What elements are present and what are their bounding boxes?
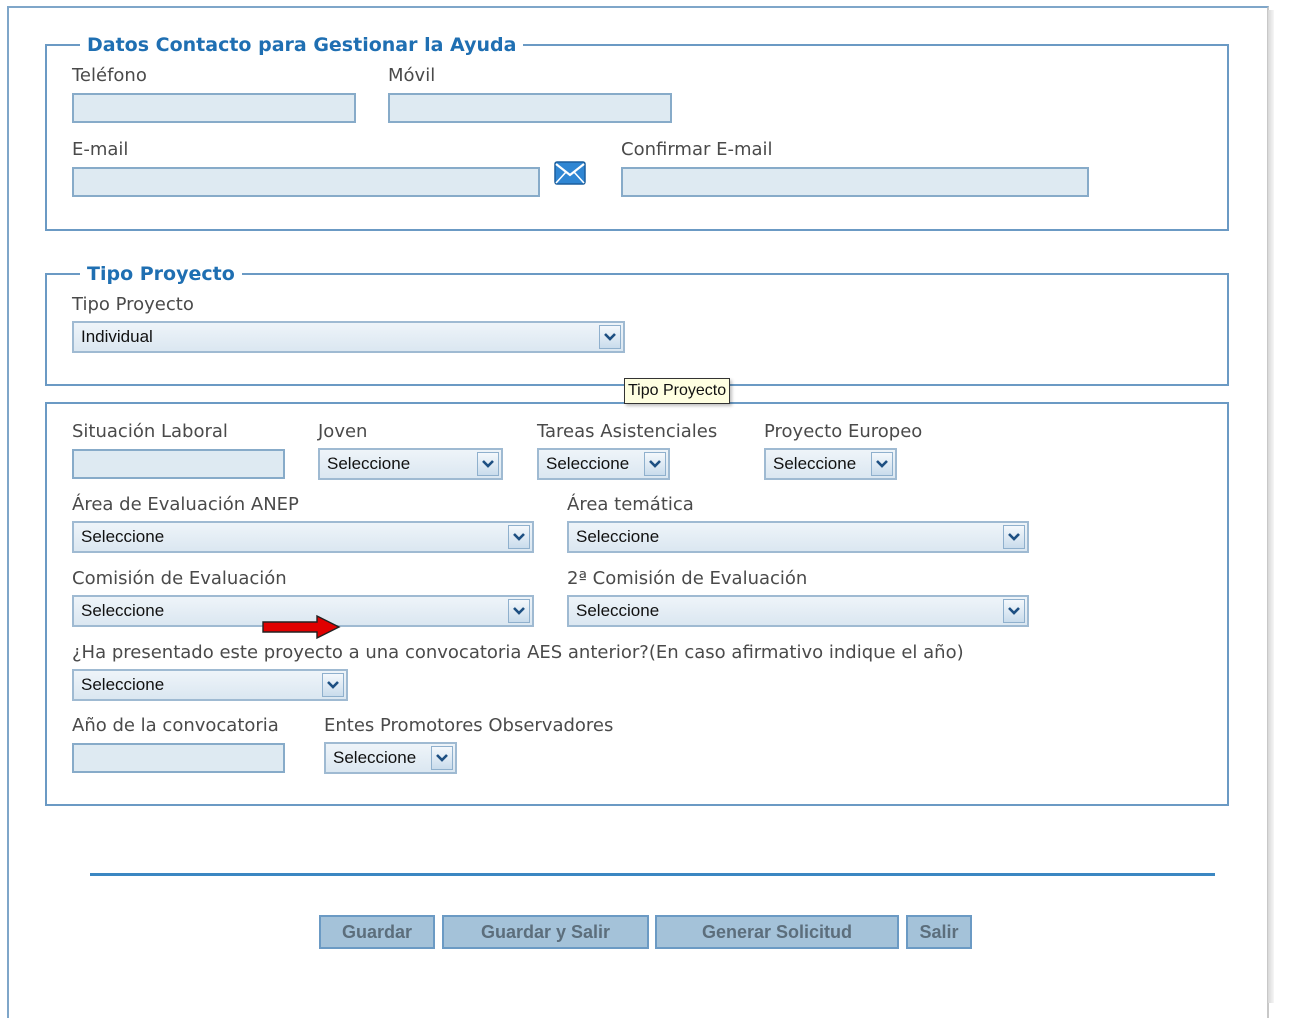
tipo-proyecto-tooltip: Tipo Proyecto [624, 378, 731, 404]
tipo-proyecto-label: Tipo Proyecto [72, 294, 194, 315]
chevron-down-icon[interactable] [644, 452, 666, 476]
movil-label: Móvil [388, 65, 436, 86]
chevron-down-icon[interactable] [1003, 525, 1025, 549]
chevron-down-icon[interactable] [431, 746, 453, 770]
chevron-down-icon[interactable] [322, 673, 344, 697]
red-arrow-icon [261, 614, 341, 640]
envelope-icon[interactable] [554, 161, 586, 185]
joven-select[interactable]: Seleccione [318, 448, 503, 480]
tareas-asistenciales-select[interactable]: Seleccione [537, 448, 670, 480]
anio-convocatoria-label: Año de la convocatoria [72, 715, 279, 736]
contact-legend: Datos Contacto para Gestionar la Ayuda [87, 34, 517, 56]
area-tematica-label: Área temática [567, 494, 694, 515]
telefono-input[interactable] [72, 93, 356, 123]
chevron-down-icon[interactable] [477, 452, 499, 476]
area-anep-label: Área de Evaluación ANEP [72, 494, 299, 515]
aes-anterior-select[interactable]: Seleccione [72, 669, 348, 701]
email-input[interactable] [72, 167, 540, 197]
entes-promotores-value: Seleccione [333, 748, 417, 767]
divider [90, 873, 1215, 876]
comision-evaluacion-value: Seleccione [81, 601, 165, 620]
aes-anterior-value: Seleccione [81, 675, 165, 694]
chevron-down-icon[interactable] [599, 325, 621, 349]
situacion-laboral-label: Situación Laboral [72, 421, 228, 442]
joven-label: Joven [318, 421, 368, 442]
tipo-proyecto-select[interactable]: Individual [72, 321, 625, 353]
movil-input[interactable] [388, 93, 672, 123]
comision-evaluacion-label: Comisión de Evaluación [72, 568, 287, 589]
area-tematica-value: Seleccione [576, 527, 660, 546]
contact-fieldset: Datos Contacto para Gestionar la Ayuda [45, 34, 1229, 231]
telefono-label: Teléfono [72, 65, 147, 86]
tipo-proyecto-legend: Tipo Proyecto [87, 263, 235, 285]
proyecto-europeo-select[interactable]: Seleccione [764, 448, 897, 480]
tipo-proyecto-value: Individual [81, 327, 153, 346]
proyecto-europeo-value: Seleccione [773, 454, 857, 473]
area-tematica-select[interactable]: Seleccione [567, 521, 1029, 553]
confirmar-email-input[interactable] [621, 167, 1089, 197]
anio-convocatoria-input[interactable] [72, 743, 285, 773]
tareas-asistenciales-label: Tareas Asistenciales [537, 421, 718, 442]
entes-promotores-select[interactable]: Seleccione [324, 742, 457, 774]
chevron-down-icon[interactable] [508, 525, 530, 549]
guardar-salir-button[interactable]: Guardar y Salir [442, 915, 649, 949]
frame-shadow [1268, 10, 1274, 1003]
chevron-down-icon[interactable] [1003, 599, 1025, 623]
confirmar-email-label: Confirmar E-mail [621, 139, 773, 160]
comision2-evaluacion-value: Seleccione [576, 601, 660, 620]
entes-promotores-label: Entes Promotores Observadores [324, 715, 614, 736]
chevron-down-icon[interactable] [871, 452, 893, 476]
aes-question-label: ¿Ha presentado este proyecto a una convo… [72, 642, 964, 663]
comision2-evaluacion-select[interactable]: Seleccione [567, 595, 1029, 627]
proyecto-europeo-label: Proyecto Europeo [764, 421, 923, 442]
guardar-button[interactable]: Guardar [319, 915, 435, 949]
email-label: E-mail [72, 139, 129, 160]
salir-button[interactable]: Salir [906, 915, 972, 949]
tareas-asistenciales-value: Seleccione [546, 454, 630, 473]
area-anep-value: Seleccione [81, 527, 165, 546]
area-anep-select[interactable]: Seleccione [72, 521, 534, 553]
situacion-laboral-input[interactable] [72, 449, 285, 479]
joven-value: Seleccione [327, 454, 411, 473]
chevron-down-icon[interactable] [508, 599, 530, 623]
comision2-evaluacion-label: 2ª Comisión de Evaluación [567, 568, 808, 589]
generar-solicitud-button[interactable]: Generar Solicitud [655, 915, 899, 949]
